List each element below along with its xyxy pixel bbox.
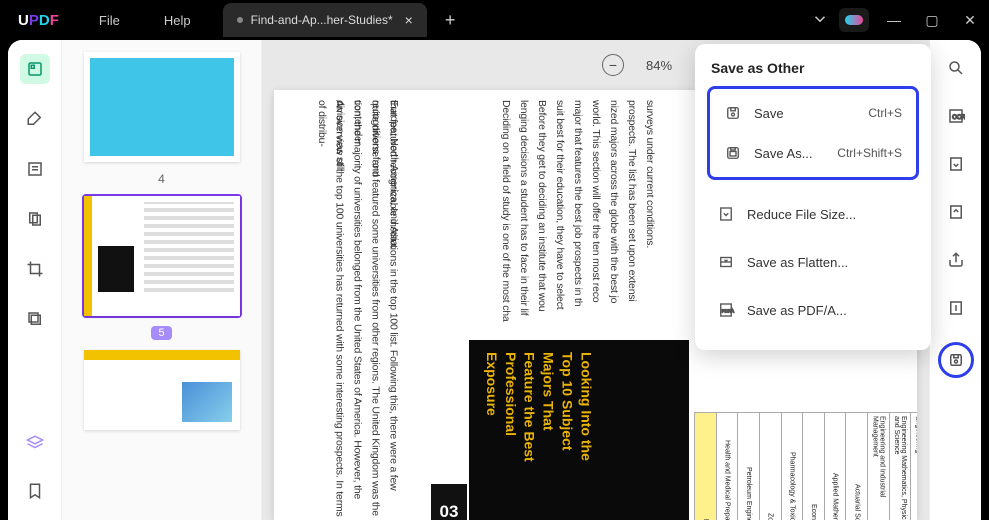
- section-heading: Looking Into the Top 10 Subject Majors T…: [482, 352, 595, 462]
- layers-tool[interactable]: [20, 428, 50, 458]
- dropdown-title: Save as Other: [707, 56, 919, 86]
- body-text: lenging decisions a student has to face …: [514, 100, 532, 316]
- export-icon[interactable]: [942, 294, 970, 322]
- svg-text:PDF/A: PDF/A: [722, 308, 734, 313]
- ai-icon: [845, 15, 863, 25]
- page-label: 4: [158, 172, 165, 186]
- save-as-other-icon[interactable]: [938, 342, 974, 378]
- flatten-item[interactable]: Save as Flatten...: [707, 242, 919, 282]
- ocr-icon[interactable]: OCR: [942, 102, 970, 130]
- table-cell: Pharmacology & Toxicology: [788, 449, 795, 520]
- thumbnails-tool[interactable]: [20, 54, 50, 84]
- zoom-out-button[interactable]: −: [602, 54, 624, 76]
- table-cell: Engineering and Industrial Management: [871, 413, 885, 520]
- title-bar: UPDF File Help Find-and-Ap...her-Studies…: [0, 0, 989, 40]
- maximize-button[interactable]: ▢: [913, 12, 951, 29]
- item-shortcut: Ctrl+Shift+S: [837, 146, 902, 160]
- menu-file[interactable]: File: [77, 13, 142, 28]
- crop-tool[interactable]: [20, 254, 50, 284]
- thumbnail-panel: 4 5: [62, 40, 262, 520]
- table-cell: Economics: [810, 501, 817, 520]
- share-icon[interactable]: [942, 246, 970, 274]
- chevron-down-icon[interactable]: [811, 10, 829, 31]
- left-rail: [8, 40, 62, 520]
- body-text: suit best for their education, they have…: [550, 100, 568, 309]
- item-label: Reduce File Size...: [747, 207, 856, 222]
- thumbnail-page-4[interactable]: [82, 50, 242, 164]
- item-shortcut: Ctrl+S: [868, 106, 902, 120]
- save-icon: [724, 104, 742, 122]
- item-label: Save As...: [754, 146, 813, 161]
- close-tab-icon[interactable]: ×: [405, 12, 413, 28]
- document-tab[interactable]: Find-and-Ap...her-Studies* ×: [223, 3, 427, 37]
- thumbnail-page-6[interactable]: [82, 348, 242, 432]
- save-as-other-dropdown: Save as Other Save Ctrl+S Save As... Ctr…: [695, 44, 931, 350]
- copy-tool[interactable]: [20, 304, 50, 334]
- table-cell: Applied Mathematics: [832, 470, 839, 520]
- table-cell: Actuarial Science: [853, 481, 860, 520]
- body-text: Europe, North America, and Asia.: [384, 100, 402, 249]
- menu-help[interactable]: Help: [142, 13, 213, 28]
- modified-indicator-icon: [237, 17, 243, 23]
- table-cell: Health and Medical Preparatory: [723, 437, 730, 520]
- body-text: world. This section will offer the ten m…: [586, 100, 604, 302]
- batch-icon[interactable]: [942, 198, 970, 226]
- highlight-tool[interactable]: [20, 104, 50, 134]
- majors-table: Major Health and Medical Preparatory Pet…: [694, 412, 917, 520]
- item-label: Save as Flatten...: [747, 255, 848, 270]
- add-tab-button[interactable]: +: [445, 10, 456, 31]
- save-as-item[interactable]: Save As... Ctrl+Shift+S: [714, 133, 912, 173]
- table-cell: Petroleum Engineering: [745, 464, 752, 520]
- svg-text:OCR: OCR: [952, 115, 965, 121]
- page-label-current: 5: [151, 326, 171, 340]
- body-text: surveys under current conditions.: [640, 100, 658, 248]
- item-label: Save: [754, 106, 784, 121]
- bookmark-tool[interactable]: [20, 476, 50, 506]
- table-cell: Engineering Mathematics, Physics, and Sc…: [893, 413, 907, 520]
- thumbnail-page-5[interactable]: [82, 194, 242, 318]
- pdfa-icon: PDF/A: [717, 301, 735, 319]
- save-as-icon: [724, 144, 742, 162]
- table-header: Major: [702, 516, 709, 520]
- reduce-size-item[interactable]: Reduce File Size...: [707, 194, 919, 234]
- pdfa-item[interactable]: PDF/A Save as PDF/A...: [707, 290, 919, 330]
- body-text: Deciding on a field of study is one of t…: [496, 100, 514, 322]
- zoom-level: 84%: [646, 58, 672, 73]
- body-text: prospects. The list has been set upon ex…: [622, 100, 640, 302]
- body-text: Before they get to deciding an institute…: [532, 100, 550, 311]
- tab-title: Find-and-Ap...her-Studies*: [251, 13, 393, 27]
- reduce-icon: [717, 205, 735, 223]
- organize-tool[interactable]: [20, 204, 50, 234]
- table-cell: Zoology: [767, 510, 774, 520]
- edit-tool[interactable]: [20, 154, 50, 184]
- convert-icon[interactable]: [942, 150, 970, 178]
- right-rail: OCR: [929, 40, 981, 520]
- flatten-icon: [717, 253, 735, 271]
- save-item[interactable]: Save Ctrl+S: [714, 93, 912, 133]
- item-label: Save as PDF/A...: [747, 303, 847, 318]
- ai-button[interactable]: [839, 8, 869, 32]
- highlighted-group: Save Ctrl+S Save As... Ctrl+Shift+S: [707, 86, 919, 180]
- search-icon[interactable]: [942, 54, 970, 82]
- body-text: major that features the best job prospec…: [568, 100, 586, 306]
- app-logo: UPDF: [0, 12, 77, 29]
- body-text: nized majors across the globe with the b…: [604, 100, 622, 303]
- section-number: 03: [431, 484, 467, 520]
- close-window-button[interactable]: ✕: [951, 12, 989, 29]
- table-cell: Naval Architecture and Marine Engineerin…: [915, 413, 917, 520]
- minimize-button[interactable]: —: [875, 12, 913, 28]
